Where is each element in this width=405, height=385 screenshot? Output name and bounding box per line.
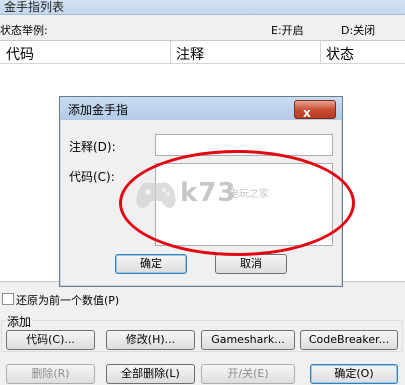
gamepad-icon	[133, 175, 179, 215]
list-header: 代码 注释 状态	[0, 41, 405, 64]
close-icon: x	[303, 106, 311, 120]
status-off-legend: D:关闭	[341, 24, 376, 37]
column-comment[interactable]: 注释	[176, 44, 204, 64]
add-group-label: 添加	[6, 313, 33, 330]
main-title: 金手指列表	[4, 0, 65, 14]
watermark-logo: k73	[180, 178, 237, 208]
status-example-label: 状态举例:	[0, 24, 48, 37]
code-label: 代码(C):	[69, 170, 115, 184]
dialog-titlebar: 添加金手指 x	[60, 97, 342, 120]
comment-label: 注释(D):	[69, 140, 116, 154]
toggle-button[interactable]: 开/关(E)	[201, 364, 295, 384]
column-separator	[170, 41, 171, 63]
gameshark-button[interactable]: Gameshark...	[201, 330, 295, 350]
restore-value-label: 还原为前一个数值(P)	[16, 294, 120, 307]
modify-button[interactable]: 修改(H)...	[106, 330, 195, 350]
column-status[interactable]: 状态	[326, 44, 354, 64]
restore-value-checkbox[interactable]	[2, 293, 14, 305]
add-code-button[interactable]: 代码(C)...	[6, 330, 95, 350]
dialog-ok-button[interactable]: 确定	[115, 254, 187, 274]
dialog-title: 添加金手指	[68, 103, 129, 117]
dialog-close-button[interactable]: x	[294, 100, 336, 120]
dialog-cancel-button[interactable]: 取消	[215, 254, 287, 274]
status-example-row: 状态举例: E:开启 D:关闭	[0, 20, 405, 37]
column-separator	[320, 41, 321, 63]
column-code[interactable]: 代码	[6, 44, 34, 64]
delete-button[interactable]: 删除(R)	[6, 364, 95, 384]
main-ok-button[interactable]: 确定(O)	[310, 364, 398, 384]
codebreaker-button[interactable]: CodeBreaker...	[300, 330, 398, 350]
main-titlebar: 金手指列表	[0, 0, 405, 15]
watermark-subtext: 电玩之家	[229, 189, 269, 200]
delete-all-button[interactable]: 全部删除(L)	[106, 364, 195, 384]
status-on-legend: E:开启	[271, 24, 304, 37]
